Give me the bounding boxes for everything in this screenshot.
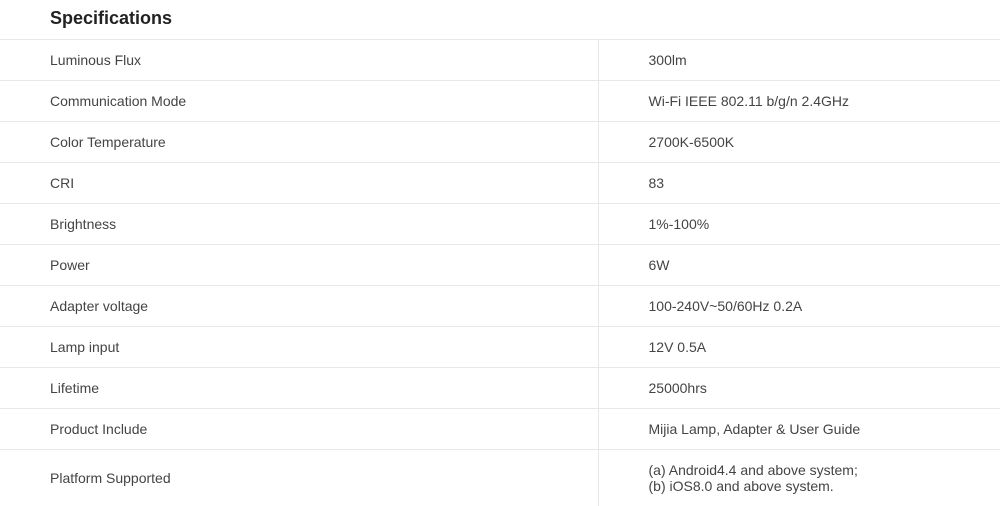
spec-label: Lamp input [0,327,598,368]
table-row: Lamp input12V 0.5A [0,327,1000,368]
table-row: Power6W [0,245,1000,286]
table-row: Communication ModeWi-Fi IEEE 802.11 b/g/… [0,81,1000,122]
spec-label: CRI [0,163,598,204]
spec-label: Adapter voltage [0,286,598,327]
spec-label: Brightness [0,204,598,245]
spec-value: 25000hrs [598,368,1000,409]
spec-value: 1%-100% [598,204,1000,245]
spec-label: Product Include [0,409,598,450]
spec-value: 6W [598,245,1000,286]
spec-value: 300lm [598,40,1000,81]
spec-label: Platform Supported [0,450,598,506]
spec-value: 100-240V~50/60Hz 0.2A [598,286,1000,327]
table-row: Adapter voltage100-240V~50/60Hz 0.2A [0,286,1000,327]
table-row: Brightness1%-100% [0,204,1000,245]
spec-label: Power [0,245,598,286]
spec-label: Lifetime [0,368,598,409]
spec-value: (a) Android4.4 and above system; (b) iOS… [598,450,1000,506]
spec-label: Color Temperature [0,122,598,163]
spec-value: Mijia Lamp, Adapter & User Guide [598,409,1000,450]
table-row: Lifetime25000hrs [0,368,1000,409]
table-row: Platform Supported(a) Android4.4 and abo… [0,450,1000,506]
specifications-section: Specifications Luminous Flux300lmCommuni… [0,0,1000,506]
specifications-table: Luminous Flux300lmCommunication ModeWi-F… [0,39,1000,506]
spec-value: 83 [598,163,1000,204]
section-title: Specifications [0,8,1000,39]
spec-label: Communication Mode [0,81,598,122]
spec-value: Wi-Fi IEEE 802.11 b/g/n 2.4GHz [598,81,1000,122]
table-row: Color Temperature2700K-6500K [0,122,1000,163]
table-row: Product IncludeMijia Lamp, Adapter & Use… [0,409,1000,450]
table-row: Luminous Flux300lm [0,40,1000,81]
spec-value: 12V 0.5A [598,327,1000,368]
spec-label: Luminous Flux [0,40,598,81]
table-row: CRI83 [0,163,1000,204]
spec-value: 2700K-6500K [598,122,1000,163]
